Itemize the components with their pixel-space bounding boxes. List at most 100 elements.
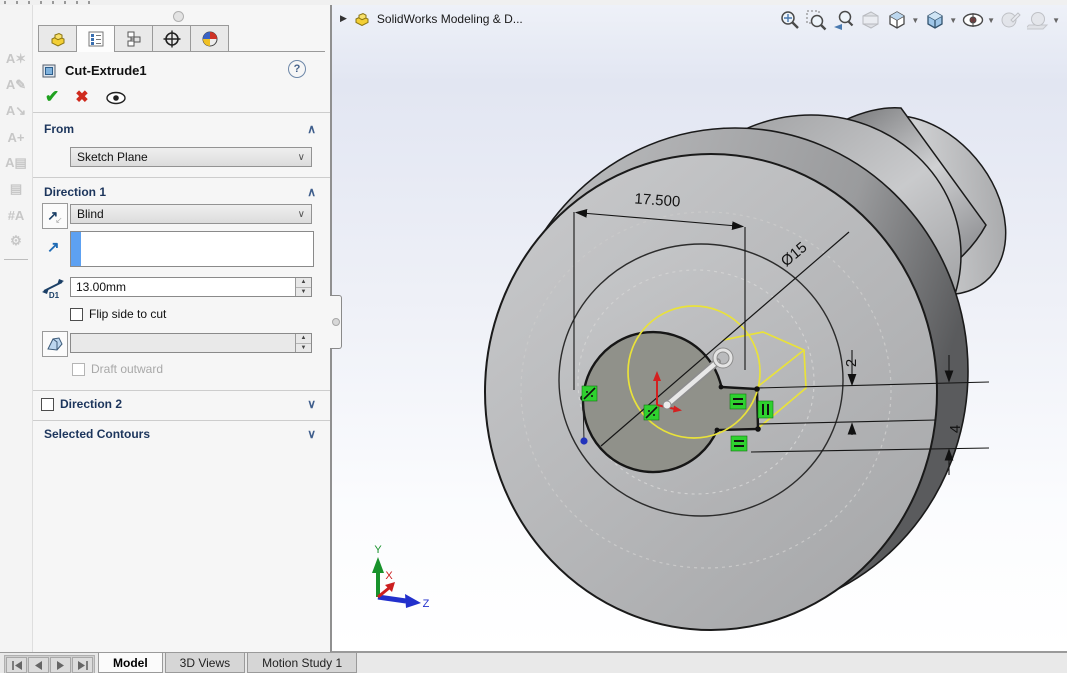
selected-contours-expand-chevron[interactable]: ∨ [307, 427, 316, 441]
dropdown-caret-icon[interactable]: ▼ [987, 16, 995, 25]
previous-view-icon[interactable] [831, 8, 855, 32]
next-tab-button[interactable] [50, 657, 71, 673]
relation-badge-coincident [582, 386, 597, 401]
from-collapse-chevron[interactable]: ∧ [307, 122, 316, 136]
from-section-label: From [44, 122, 74, 136]
tab-3d-views[interactable]: 3D Views [165, 653, 245, 673]
panel-flyout-handle[interactable] [330, 295, 342, 349]
last-tab-button[interactable] [72, 657, 93, 673]
draft-outward-label: Draft outward [91, 362, 163, 376]
tab-motion-study-1[interactable]: Motion Study 1 [247, 653, 357, 673]
flip-side-label: Flip side to cut [89, 307, 166, 321]
depth-input[interactable]: 13.00mm ▲ ▼ [70, 277, 312, 297]
display-style-icon[interactable] [923, 8, 947, 32]
separator [33, 177, 330, 178]
from-plane-combobox[interactable]: Sketch Plane ∨ [70, 147, 312, 167]
dropdown-caret-icon[interactable]: ▼ [1052, 16, 1060, 25]
note-add-icon[interactable]: A+ [4, 125, 28, 149]
model-view[interactable]: Ø15 17.500 2 4 [332, 5, 1067, 651]
spin-up-icon[interactable]: ▲ [296, 278, 311, 288]
draft-outward-row: Draft outward [72, 362, 163, 376]
property-list-icon [87, 30, 105, 48]
tab-scroll-buttons [4, 655, 95, 673]
draft-outward-checkbox[interactable] [72, 363, 85, 376]
tab-featuremanager-design-tree[interactable] [38, 25, 76, 52]
sketch-endpoint-blue[interactable] [580, 437, 587, 444]
zoom-to-fit-icon[interactable] [777, 8, 801, 32]
end-condition-value: Blind [77, 207, 104, 221]
draft-button[interactable] [42, 331, 68, 357]
spin-down-icon[interactable]: ▼ [296, 288, 311, 297]
cancel-button[interactable]: ✖ [75, 87, 88, 107]
tab-propertymanager[interactable] [76, 25, 114, 52]
relation-badge-equal [731, 436, 747, 451]
flyout-tree-arrow[interactable]: ▶ [340, 13, 347, 24]
depth-d1-icon: D1 [41, 277, 67, 299]
keyway-depth-dimension[interactable]: 2 [843, 359, 860, 367]
document-tabs: Model 3D Views Motion Study 1 [98, 653, 359, 673]
edit-appearance-icon[interactable] [999, 8, 1023, 32]
feature-header: Cut-Extrude1 ? [41, 60, 322, 80]
tab-dimxpertmanager[interactable] [152, 25, 190, 52]
preview-eye-button[interactable] [105, 90, 127, 105]
annotation-toolbar: A✶ A✎ A↘ A+ A▤ ▤ #A ⚙ [0, 5, 33, 652]
pm-actions: ✔ ✖ [45, 87, 127, 107]
document-title: SolidWorks Modeling & D... [377, 12, 523, 26]
direction2-checkbox[interactable] [41, 398, 54, 411]
tab-model[interactable]: Model [98, 653, 163, 673]
draft-angle-input[interactable]: ▲ ▼ [70, 333, 312, 353]
direction1-collapse-chevron[interactable]: ∧ [307, 185, 316, 199]
flip-side-checkbox[interactable] [70, 308, 83, 321]
chain-dimension-icon[interactable]: ⚙ [4, 229, 28, 253]
toolbar-separator [4, 259, 28, 260]
part-document-icon [354, 11, 370, 26]
apply-scene-icon[interactable] [1026, 8, 1050, 32]
direction-reference-selectbox[interactable] [70, 231, 314, 267]
separator [33, 420, 330, 421]
zoom-to-area-icon[interactable] [804, 8, 828, 32]
tab-configurationmanager[interactable] [114, 25, 152, 52]
reference-triad: Y Z X [372, 544, 430, 610]
reverse-direction-button[interactable]: ↗ ↙ [42, 203, 68, 229]
draft-icon [46, 336, 64, 352]
note-clipboard-icon[interactable]: A▤ [4, 151, 28, 175]
section-view-icon[interactable] [858, 8, 882, 32]
snapshot-icon[interactable]: ▤ [4, 177, 28, 201]
graphics-area[interactable]: Ø15 17.500 2 4 [331, 5, 1067, 652]
toolbar-drag-handle[interactable] [4, 1, 96, 4]
first-tab-button[interactable] [6, 657, 27, 673]
triad-y-label: Y [374, 544, 382, 556]
draft-spinner[interactable]: ▲ ▼ [295, 334, 311, 352]
dropdown-caret-icon[interactable]: ▼ [911, 16, 919, 25]
keyway-width-dimension[interactable]: 4 [947, 425, 964, 433]
note-edit-icon[interactable]: A✎ [4, 73, 28, 97]
dimxpert-target-icon [163, 30, 181, 48]
spin-up-icon[interactable]: ▲ [296, 334, 311, 344]
direction2-section-label: Direction 2 [60, 397, 122, 411]
note-new-icon[interactable]: A✶ [4, 47, 28, 71]
direction1-section-label: Direction 1 [44, 185, 106, 199]
svg-text:D1: D1 [49, 291, 60, 299]
view-orientation-icon[interactable] [885, 8, 909, 32]
direction2-expand-chevron[interactable]: ∨ [307, 397, 316, 411]
headsup-view-toolbar: ▼ ▼ ▼ ▼ [777, 8, 1061, 32]
reverse-direction-alt-icon: ↙ [55, 215, 63, 226]
hide-show-items-icon[interactable] [961, 8, 985, 32]
help-icon[interactable]: ? [288, 60, 306, 78]
tab-displaymanager[interactable] [190, 25, 229, 52]
annotation-pattern-icon[interactable]: #A [4, 203, 28, 227]
property-manager-panel: Cut-Extrude1 ? ✔ ✖ From ∧ Sketch Plane ∨… [33, 5, 331, 652]
previous-tab-button[interactable] [28, 657, 49, 673]
depth-spinner[interactable]: ▲ ▼ [295, 278, 311, 296]
flip-side-row: Flip side to cut [70, 307, 166, 321]
from-plane-value: Sketch Plane [77, 150, 148, 164]
configuration-tree-icon [125, 30, 143, 48]
dropdown-caret-icon[interactable]: ▼ [949, 16, 957, 25]
panel-resize-grip[interactable] [173, 11, 184, 22]
width-dimension[interactable]: 17.500 [634, 190, 681, 210]
note-insert-icon[interactable]: A↘ [4, 99, 28, 123]
spin-down-icon[interactable]: ▼ [296, 344, 311, 353]
ok-button[interactable]: ✔ [45, 87, 59, 107]
end-condition-combobox[interactable]: Blind ∨ [70, 204, 312, 224]
triad-x-label: X [385, 570, 393, 582]
